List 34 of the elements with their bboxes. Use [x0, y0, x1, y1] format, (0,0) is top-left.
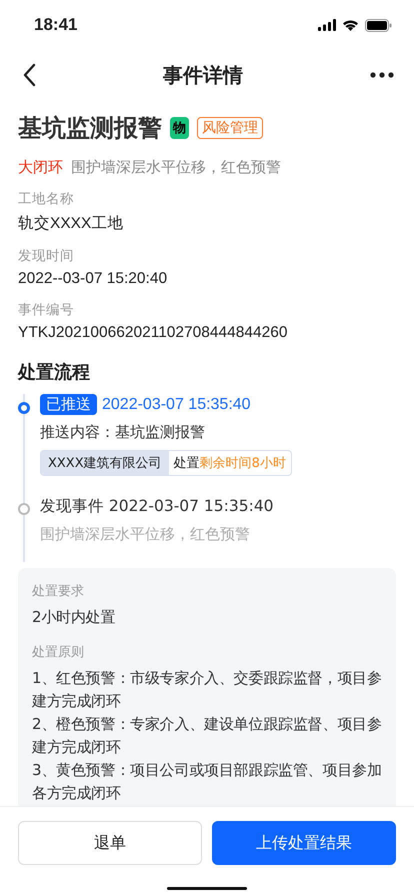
company-tag: XXXX建筑有限公司 — [41, 451, 169, 475]
signal-icon — [318, 19, 336, 31]
section-heading: 处置流程 — [18, 361, 91, 384]
field-label: 工地名称 — [18, 190, 75, 208]
deadline-tag: 处置剩余时间8小时 — [168, 451, 291, 475]
status-badge: 已推送 — [40, 394, 97, 415]
step-title: 发现事件 2022-03-07 15:35:40 — [40, 496, 274, 517]
level-label: 大闭环 — [18, 158, 63, 177]
requirement-text: 2、橙色预警：专家介入、建设单位跟踪监督、项目参建方完成闭环 — [32, 714, 383, 758]
event-summary: 围护墙深层水平位移，红色预警 — [71, 158, 281, 177]
wifi-icon — [342, 19, 359, 31]
battery-icon — [365, 18, 392, 32]
return-button[interactable]: 退单 — [18, 821, 202, 865]
field-label: 发现时间 — [18, 247, 75, 265]
step-description: 围护墙深层水平位移，红色预警 — [40, 525, 251, 544]
field-label: 事件编号 — [18, 301, 75, 319]
field-value: YTKJ202100662021102708444844260 — [18, 324, 288, 342]
more-icon — [370, 72, 394, 78]
upload-result-button[interactable]: 上传处置结果 — [212, 821, 396, 865]
back-icon — [22, 63, 36, 87]
requirement-label: 处置原则 — [32, 644, 85, 661]
page-title: 事件详情 — [163, 62, 243, 88]
field-value: 2022--03-07 15:20:40 — [18, 270, 168, 288]
requirement-text: 3、黄色预警：项目公司或项目部跟踪监管、项目参加各方完成闭环 — [32, 760, 383, 804]
status-time: 18:41 — [34, 15, 78, 35]
requirement-text: 1、红色预警：市级专家介入、交委跟踪监督，项目参建方完成闭环 — [32, 668, 383, 712]
step-time: 2022-03-07 15:35:40 — [102, 396, 251, 414]
step-content: 推送内容：基坑监测报警 — [40, 423, 206, 442]
category-tag: 风险管理 — [197, 117, 263, 139]
event-title: 基坑监测报警 — [18, 113, 162, 144]
type-badge: 物 — [170, 117, 189, 139]
field-value: 轨交XXXX工地 — [18, 214, 124, 234]
requirement-text: 2小时内处置 — [32, 607, 116, 628]
requirement-label: 处置要求 — [32, 583, 85, 600]
